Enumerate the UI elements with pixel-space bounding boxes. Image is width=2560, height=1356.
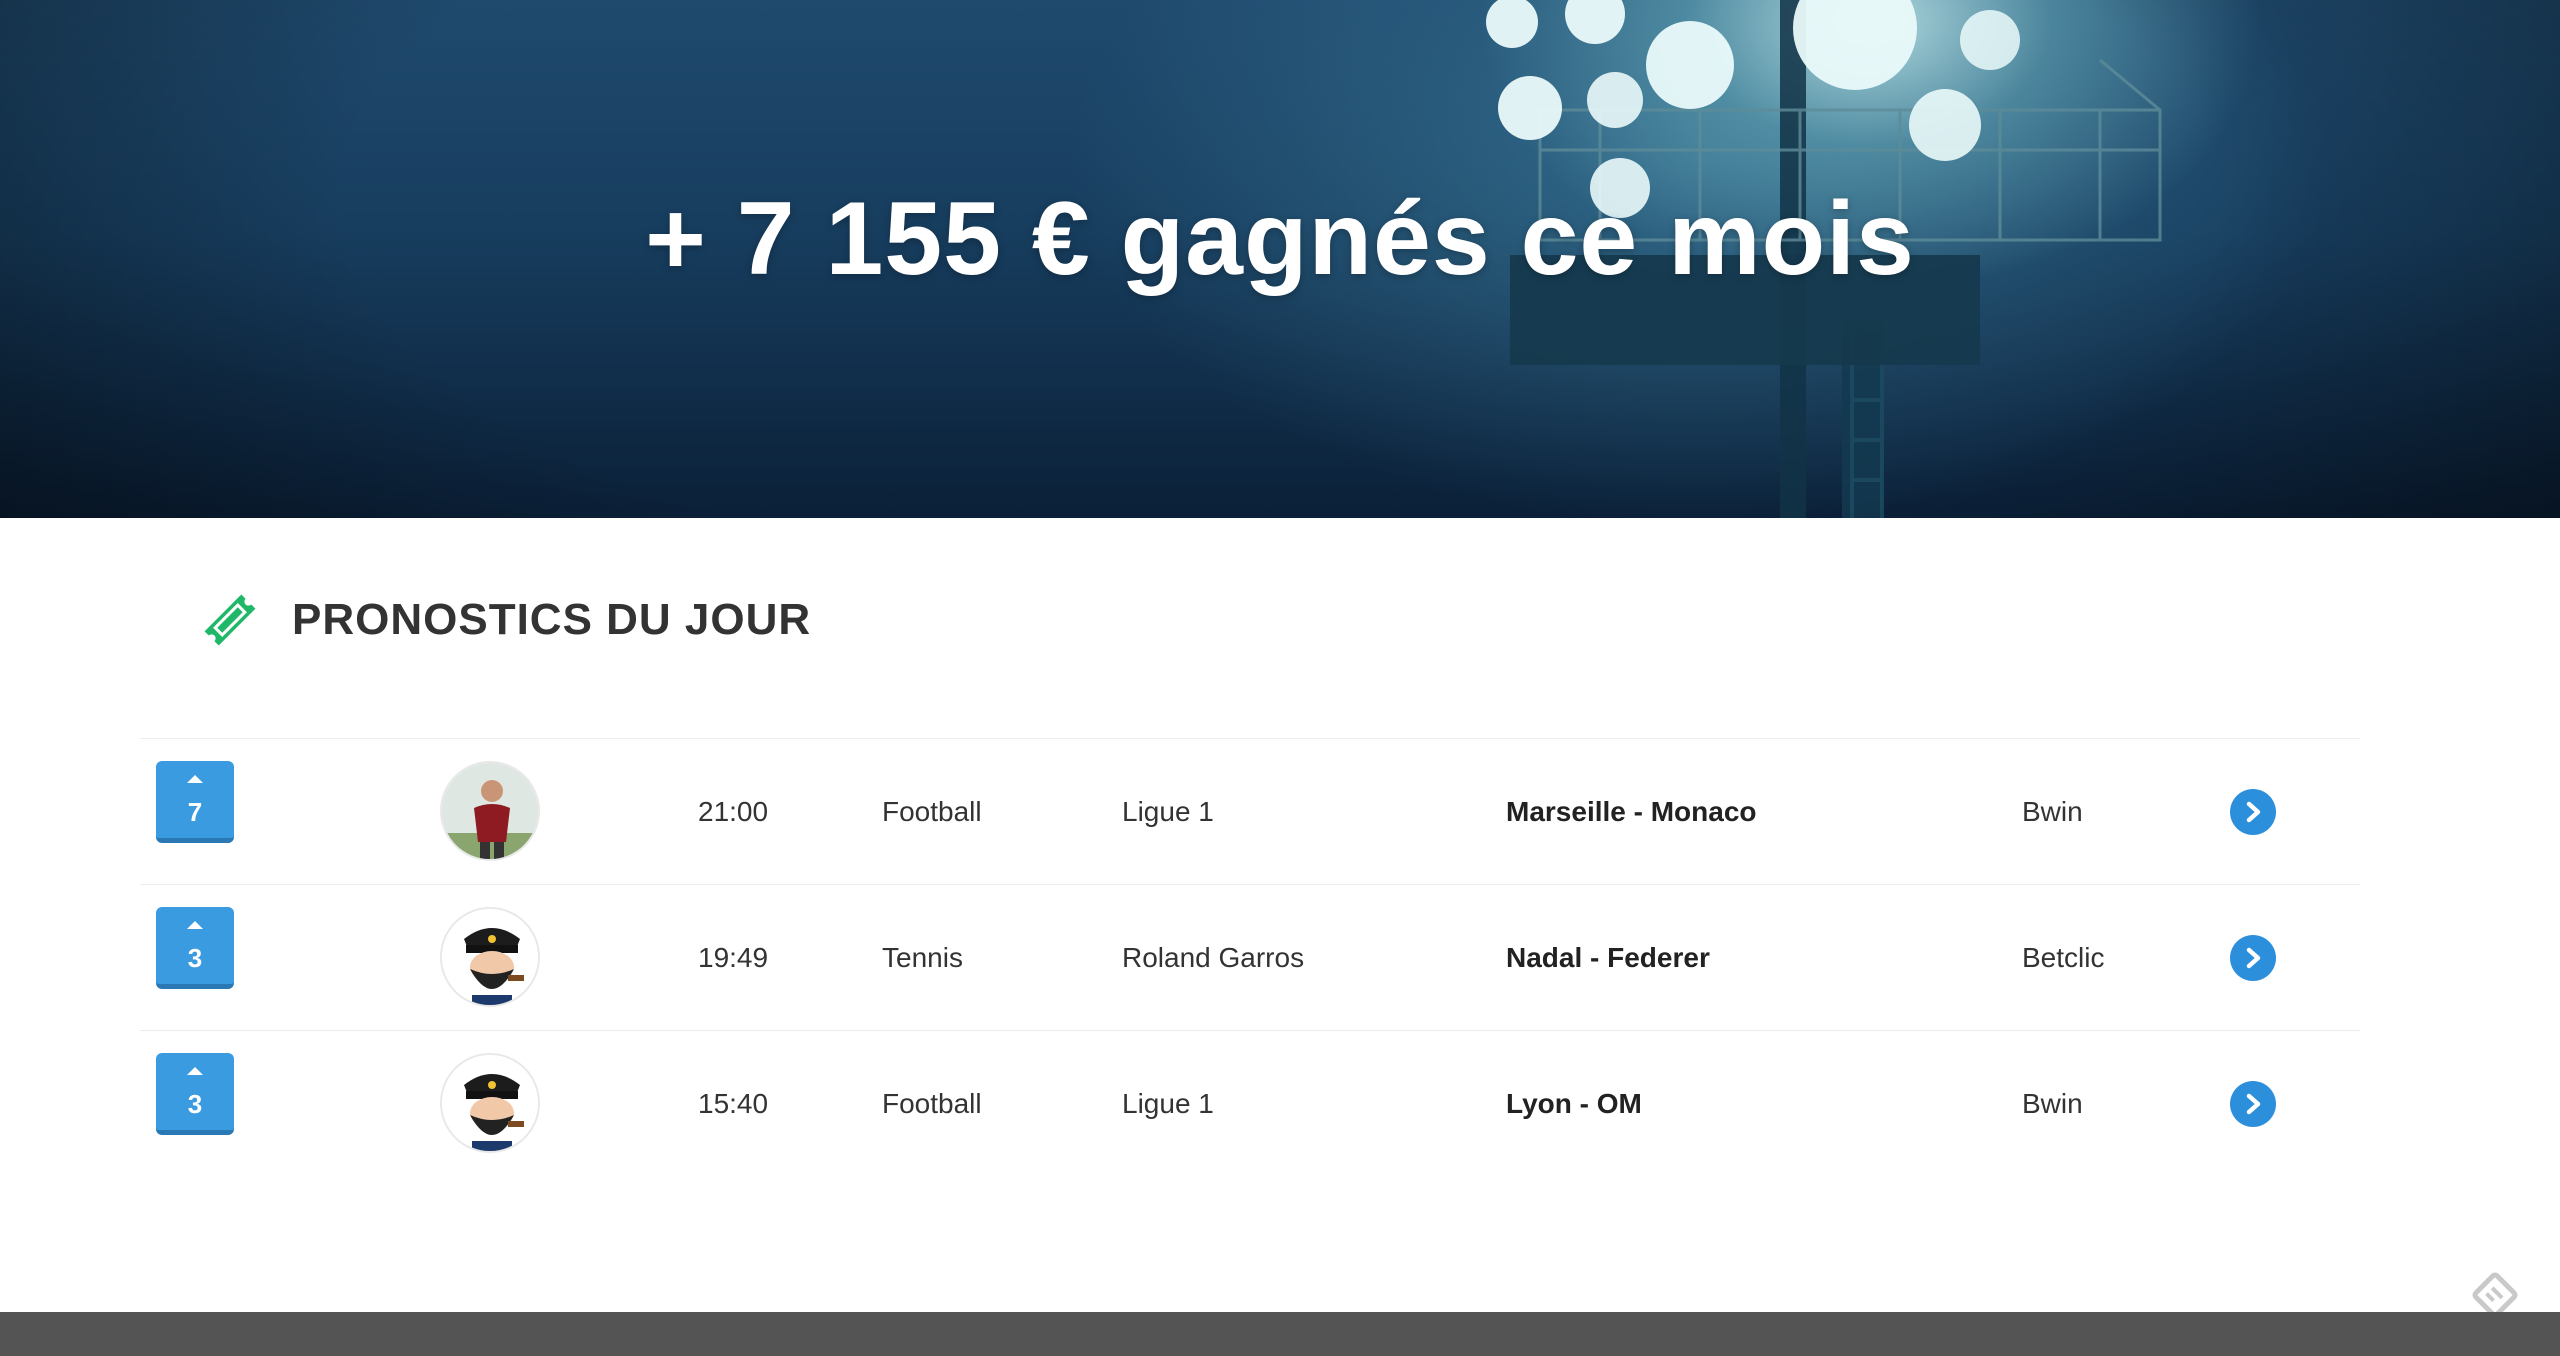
view-prediction-button[interactable] bbox=[2230, 1081, 2276, 1127]
footer-bar bbox=[0, 1312, 2560, 1356]
match-name: Marseille - Monaco bbox=[1506, 796, 1757, 827]
captain-avatar bbox=[442, 909, 538, 1005]
bookmaker: Bwin bbox=[2022, 1088, 2083, 1119]
sport: Football bbox=[882, 1088, 982, 1119]
match-name: Lyon - OM bbox=[1506, 1088, 1642, 1119]
bookmaker: Betclic bbox=[2022, 942, 2105, 973]
chevron-right-icon bbox=[2246, 1093, 2261, 1115]
match-time: 19:49 bbox=[698, 942, 769, 973]
predictions-table: 7 21:00 Football Ligue 1 Marseille - Mon… bbox=[140, 738, 2360, 1176]
table-row: 3 19:49 Tennis Roland Garros Nadal - Fed… bbox=[140, 884, 2360, 1030]
caret-up-icon bbox=[187, 775, 203, 783]
sport: Tennis bbox=[882, 942, 963, 973]
chevron-right-icon bbox=[2246, 801, 2261, 823]
tipster-avatar[interactable] bbox=[440, 761, 540, 861]
table-row: 7 21:00 Football Ligue 1 Marseille - Mon… bbox=[140, 738, 2360, 884]
ticket-icon bbox=[204, 594, 256, 646]
captain-avatar bbox=[442, 1055, 538, 1151]
table-row: 3 15:40 Football Ligue 1 Lyon - OM Bwin bbox=[140, 1030, 2360, 1176]
vote-count: 7 bbox=[187, 797, 203, 827]
competition: Roland Garros bbox=[1122, 942, 1305, 973]
section-header: PRONOSTICS DU JOUR bbox=[198, 585, 811, 655]
match-time: 21:00 bbox=[698, 796, 769, 827]
vote-count: 3 bbox=[187, 943, 203, 973]
sport: Football bbox=[882, 796, 982, 827]
match-name: Nadal - Federer bbox=[1506, 942, 1710, 973]
section-title: PRONOSTICS DU JOUR bbox=[292, 595, 812, 644]
view-prediction-button[interactable] bbox=[2230, 935, 2276, 981]
tipster-avatar[interactable] bbox=[440, 1053, 540, 1153]
view-prediction-button[interactable] bbox=[2230, 789, 2276, 835]
upvote-button[interactable]: 3 bbox=[156, 907, 234, 989]
tipster-avatar[interactable] bbox=[440, 907, 540, 1007]
competition: Ligue 1 bbox=[1122, 1088, 1214, 1119]
bookmaker: Bwin bbox=[2022, 796, 2083, 827]
hero-banner: + 7 155 € gagnés ce mois bbox=[0, 0, 2560, 518]
earnings-headline: + 7 155 € gagnés ce mois bbox=[645, 181, 1915, 297]
footballer-avatar bbox=[442, 763, 538, 859]
competition: Ligue 1 bbox=[1122, 796, 1214, 827]
vote-count: 3 bbox=[187, 1089, 203, 1119]
upvote-button[interactable]: 3 bbox=[156, 1053, 234, 1135]
upvote-button[interactable]: 7 bbox=[156, 761, 234, 843]
caret-up-icon bbox=[187, 921, 203, 929]
match-time: 15:40 bbox=[698, 1088, 769, 1119]
caret-up-icon bbox=[187, 1067, 203, 1075]
chevron-right-icon bbox=[2246, 947, 2261, 969]
